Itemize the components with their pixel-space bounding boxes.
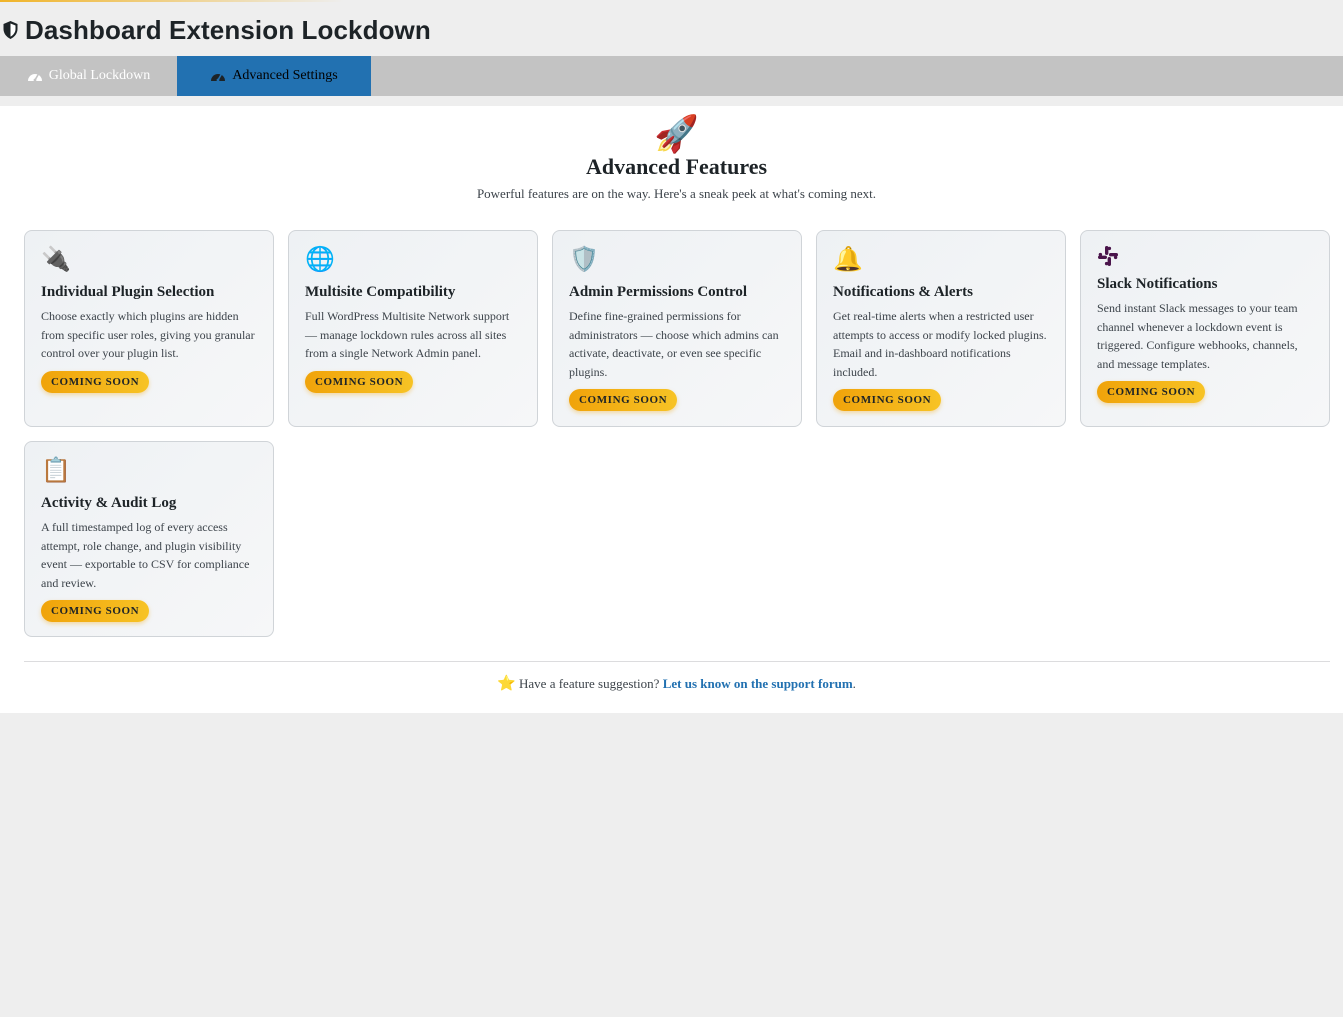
tab-label: Advanced Settings bbox=[232, 68, 338, 83]
feature-title: Individual Plugin Selection bbox=[41, 284, 215, 300]
page-title: Dashboard Extension Lockdown bbox=[25, 14, 431, 45]
feature-title: Activity & Audit Log bbox=[41, 495, 177, 511]
feature-card-audit-log: 📋 Activity & Audit Log A full timestampe… bbox=[24, 441, 274, 637]
feature-card-multisite: 🌐 Multisite Compatibility Full WordPress… bbox=[288, 230, 538, 427]
feature-title: Multisite Compatibility bbox=[305, 284, 456, 300]
coming-soon-badge: COMING SOON bbox=[1097, 381, 1206, 403]
suggestion-suffix: . bbox=[852, 676, 856, 691]
shield-icon: 🛡️ bbox=[569, 247, 599, 273]
plug-icon: 🔌 bbox=[41, 247, 71, 273]
page-header: Dashboard Extension Lockdown bbox=[0, 10, 431, 50]
tab-bar: Global Lockdown Advanced Settings bbox=[0, 56, 1343, 96]
shield-icon bbox=[2, 20, 19, 40]
tab-advanced-settings[interactable]: Advanced Settings bbox=[177, 56, 371, 96]
coming-soon-badge: COMING SOON bbox=[833, 389, 942, 411]
suggestion-text: Have a feature suggestion? bbox=[519, 676, 660, 691]
feature-description: Send instant Slack messages to your team… bbox=[1097, 301, 1298, 371]
feature-card-notifications: 🔔 Notifications & Alerts Get real-time a… bbox=[816, 230, 1066, 427]
feature-description: Full WordPress Multisite Network support… bbox=[305, 309, 510, 360]
support-forum-link[interactable]: Let us know on the support forum bbox=[663, 676, 853, 691]
feature-suggestion-note: ⭐ Have a feature suggestion? Let us know… bbox=[0, 674, 1343, 693]
feature-card-slack: Slack Notifications Send instant Slack m… bbox=[1080, 230, 1330, 427]
feature-title: Admin Permissions Control bbox=[569, 284, 748, 300]
tab-label: Global Lockdown bbox=[48, 68, 151, 83]
feature-description: A full timestamped log of every access a… bbox=[41, 520, 250, 590]
hero-subtitle: Powerful features are on the way. Here's… bbox=[476, 186, 877, 201]
coming-soon-badge: COMING SOON bbox=[41, 370, 150, 393]
feature-description: Get real-time alerts when a restricted u… bbox=[833, 309, 1047, 379]
globe-icon: 🌐 bbox=[305, 247, 335, 273]
hero-section: 🚀 Advanced Features Powerful features ar… bbox=[0, 114, 1343, 202]
coming-soon-badge: COMING SOON bbox=[569, 389, 678, 411]
gauge-icon bbox=[210, 69, 226, 83]
clipboard-icon: 📋 bbox=[41, 458, 71, 484]
bell-icon: 🔔 bbox=[833, 247, 863, 273]
rocket-icon: 🚀 bbox=[654, 114, 699, 154]
hero-title: Advanced Features bbox=[585, 154, 768, 179]
slack-icon bbox=[1097, 245, 1313, 267]
footer-divider bbox=[24, 661, 1330, 662]
feature-card-admin-permissions: 🛡️ Admin Permissions Control Define fine… bbox=[552, 230, 802, 427]
loading-bar bbox=[0, 0, 344, 2]
feature-title: Slack Notifications bbox=[1097, 276, 1218, 292]
coming-soon-badge: COMING SOON bbox=[41, 600, 150, 622]
advanced-features-panel: 🚀 Advanced Features Powerful features ar… bbox=[0, 106, 1343, 713]
feature-description: Define fine-grained permissions for admi… bbox=[569, 309, 779, 379]
feature-card-plugin-selection: 🔌 Individual Plugin Selection Choose exa… bbox=[24, 230, 274, 427]
coming-soon-badge: COMING SOON bbox=[305, 370, 414, 393]
feature-description: Choose exactly which plugins are hidden … bbox=[41, 309, 255, 360]
tab-global-lockdown[interactable]: Global Lockdown bbox=[0, 56, 177, 96]
gauge-icon bbox=[27, 69, 43, 83]
star-icon: ⭐ bbox=[497, 676, 516, 692]
feature-title: Notifications & Alerts bbox=[833, 284, 973, 300]
